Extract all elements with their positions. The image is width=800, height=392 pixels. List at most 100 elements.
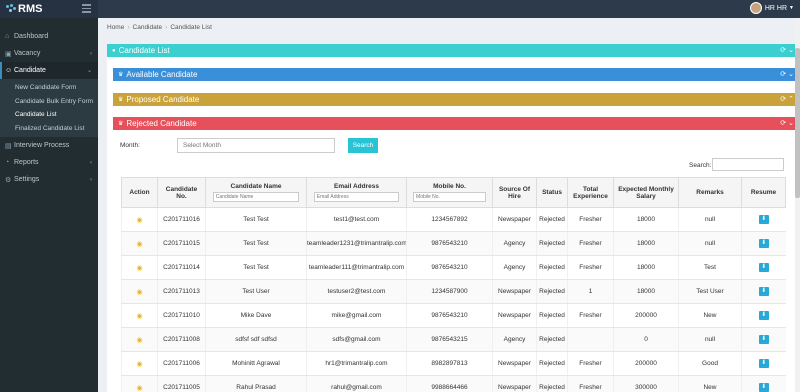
download-icon[interactable]: ⬇ bbox=[758, 239, 769, 248]
col-label: Email Address bbox=[334, 183, 379, 190]
cell-candidate-name: Test Test bbox=[205, 207, 307, 232]
col-experience[interactable]: Total Experience bbox=[567, 177, 614, 208]
table-header-row: Action Candidate No. Candidate Name Emai… bbox=[121, 177, 786, 208]
scrollbar-thumb[interactable] bbox=[795, 48, 800, 198]
sidebar-item-label: Interview Process bbox=[14, 142, 70, 149]
users-icon: ♛ bbox=[118, 97, 124, 103]
resume-cell: ⬇ bbox=[741, 375, 786, 392]
resume-cell: ⬇ bbox=[741, 303, 786, 328]
eye-icon[interactable]: ◉ bbox=[136, 241, 142, 248]
calendar-icon: ▤ bbox=[5, 142, 12, 150]
user-menu[interactable]: HR HR ▼ bbox=[749, 2, 794, 14]
cell-email: teamleader111@trimantralip.com bbox=[306, 255, 407, 280]
col-email[interactable]: Email Address bbox=[306, 177, 407, 208]
rejected-candidates-table: Action Candidate No. Candidate Name Emai… bbox=[121, 177, 786, 392]
users-icon: ♛ bbox=[118, 72, 124, 78]
download-icon[interactable]: ⬇ bbox=[758, 263, 769, 272]
rejected-candidate-panel-header[interactable]: ♛ Rejected Candidate ⟳⌄ bbox=[113, 117, 800, 130]
col-mobile[interactable]: Mobile No. bbox=[406, 177, 493, 208]
table-row: ◉ C201711005 Rahul Prasad rahul@gmail.com 99… bbox=[121, 375, 786, 392]
col-salary[interactable]: Expected Monthly Salary bbox=[613, 177, 679, 208]
panel-title: Rejected Candidate bbox=[126, 119, 197, 128]
sidebar-item-reports[interactable]: ◔ Reports ‹ bbox=[0, 154, 98, 171]
col-source[interactable]: Source Of Hire bbox=[492, 177, 537, 208]
cell-email: hr1@trimantralip.com bbox=[306, 351, 407, 376]
cell-email: test1@test.com bbox=[306, 207, 407, 232]
cell-salary: 200000 bbox=[613, 351, 679, 376]
sidebar-item-candidate[interactable]: ☺ Candidate ⌄ bbox=[0, 62, 98, 79]
submenu-finalized-candidate-list[interactable]: Finalized Candidate List bbox=[0, 122, 98, 136]
cell-status: Rejected bbox=[536, 255, 568, 280]
gear-icon: ⚙ bbox=[5, 176, 12, 184]
sidebar-item-dashboard[interactable]: ⌂ Dashboard bbox=[0, 28, 98, 45]
download-icon[interactable]: ⬇ bbox=[758, 335, 769, 344]
table-row: ◉ C201711013 Test User testuser2@test.com 12… bbox=[121, 279, 786, 304]
cell-salary: 18000 bbox=[613, 255, 679, 280]
breadcrumb-candidate[interactable]: Candidate bbox=[133, 24, 163, 31]
breadcrumb-home[interactable]: Home bbox=[107, 24, 124, 31]
col-status[interactable]: Status bbox=[536, 177, 568, 208]
submenu-new-candidate-form[interactable]: New Candidate Form bbox=[0, 81, 98, 95]
search-button[interactable]: Search bbox=[348, 138, 378, 153]
cell-mobile: 9876543215 bbox=[406, 327, 493, 352]
col-remarks[interactable]: Remarks bbox=[678, 177, 742, 208]
available-candidate-panel-header[interactable]: ♛ Available Candidate ⟳⌄ bbox=[113, 68, 800, 81]
panel-controls[interactable]: ⟳⌄ bbox=[780, 46, 796, 54]
eye-icon[interactable]: ◉ bbox=[136, 265, 142, 272]
cell-candidate-no: C201711013 bbox=[157, 279, 206, 304]
view-action-cell: ◉ bbox=[121, 351, 158, 376]
cell-email: sdfs@gmail.com bbox=[306, 327, 407, 352]
panel-controls[interactable]: ⟳⌄ bbox=[780, 70, 796, 78]
resume-cell: ⬇ bbox=[741, 279, 786, 304]
eye-icon[interactable]: ◉ bbox=[136, 217, 142, 224]
col-resume: Resume bbox=[741, 177, 786, 208]
page-scrollbar[interactable] bbox=[795, 18, 800, 392]
eye-icon[interactable]: ◉ bbox=[136, 337, 142, 344]
cell-email: mike@gmail.com bbox=[306, 303, 407, 328]
sidebar-item-vacancy[interactable]: ▣ Vacancy ‹ bbox=[0, 45, 98, 62]
briefcase-icon: ▣ bbox=[5, 50, 12, 58]
proposed-candidate-panel-header[interactable]: ♛ Proposed Candidate ⟳⌃ bbox=[113, 93, 800, 106]
search-input[interactable] bbox=[712, 158, 784, 171]
eye-icon[interactable]: ◉ bbox=[136, 361, 142, 368]
download-icon[interactable]: ⬇ bbox=[758, 383, 769, 392]
cell-experience: Fresher bbox=[567, 303, 614, 328]
panel-controls[interactable]: ⟳⌄ bbox=[780, 119, 796, 127]
cell-status: Rejected bbox=[536, 279, 568, 304]
view-action-cell: ◉ bbox=[121, 231, 158, 256]
cell-candidate-name: Mike Dave bbox=[205, 303, 307, 328]
download-icon[interactable]: ⬇ bbox=[758, 215, 769, 224]
resume-cell: ⬇ bbox=[741, 231, 786, 256]
download-icon[interactable]: ⬇ bbox=[758, 311, 769, 320]
submenu-candidate-list[interactable]: Candidate List bbox=[0, 108, 98, 122]
cell-candidate-name: Test Test bbox=[205, 255, 307, 280]
sidebar-item-interview-process[interactable]: ▤ Interview Process bbox=[0, 137, 98, 154]
candidate-submenu: New Candidate Form Candidate Bulk Entry … bbox=[0, 79, 98, 137]
cell-experience: Fresher bbox=[567, 255, 614, 280]
cell-email: rahul@gmail.com bbox=[306, 375, 407, 392]
view-action-cell: ◉ bbox=[121, 375, 158, 392]
submenu-candidate-bulk-entry[interactable]: Candidate Bulk Entry Form bbox=[0, 95, 98, 109]
view-action-cell: ◉ bbox=[121, 303, 158, 328]
download-icon[interactable]: ⬇ bbox=[758, 359, 769, 368]
table-row: ◉ C201711008 sdfsf sdf sdfsd sdfs@gmail.com… bbox=[121, 327, 786, 352]
download-icon[interactable]: ⬇ bbox=[758, 287, 769, 296]
cell-experience: Fresher bbox=[567, 351, 614, 376]
eye-icon[interactable]: ◉ bbox=[136, 385, 142, 392]
menu-toggle-icon[interactable] bbox=[82, 4, 91, 13]
col-candidate-name[interactable]: Candidate Name bbox=[205, 177, 307, 208]
mobile-filter[interactable] bbox=[413, 192, 486, 202]
cell-salary: 200000 bbox=[613, 303, 679, 328]
candidate-name-filter[interactable] bbox=[212, 192, 300, 202]
chevron-left-icon: ‹ bbox=[90, 50, 92, 57]
chart-icon: ◔ bbox=[5, 159, 10, 166]
col-candidate-no[interactable]: Candidate No. bbox=[157, 177, 206, 208]
panel-controls[interactable]: ⟳⌃ bbox=[780, 95, 796, 103]
email-filter[interactable] bbox=[313, 192, 400, 202]
eye-icon[interactable]: ◉ bbox=[136, 313, 142, 320]
table-row: ◉ C201711015 Test Test teamleader1231@trima… bbox=[121, 231, 786, 256]
eye-icon[interactable]: ◉ bbox=[136, 289, 142, 296]
cell-salary: 300000 bbox=[613, 375, 679, 392]
month-input[interactable] bbox=[177, 138, 335, 153]
sidebar-item-settings[interactable]: ⚙ Settings ‹ bbox=[0, 171, 98, 188]
